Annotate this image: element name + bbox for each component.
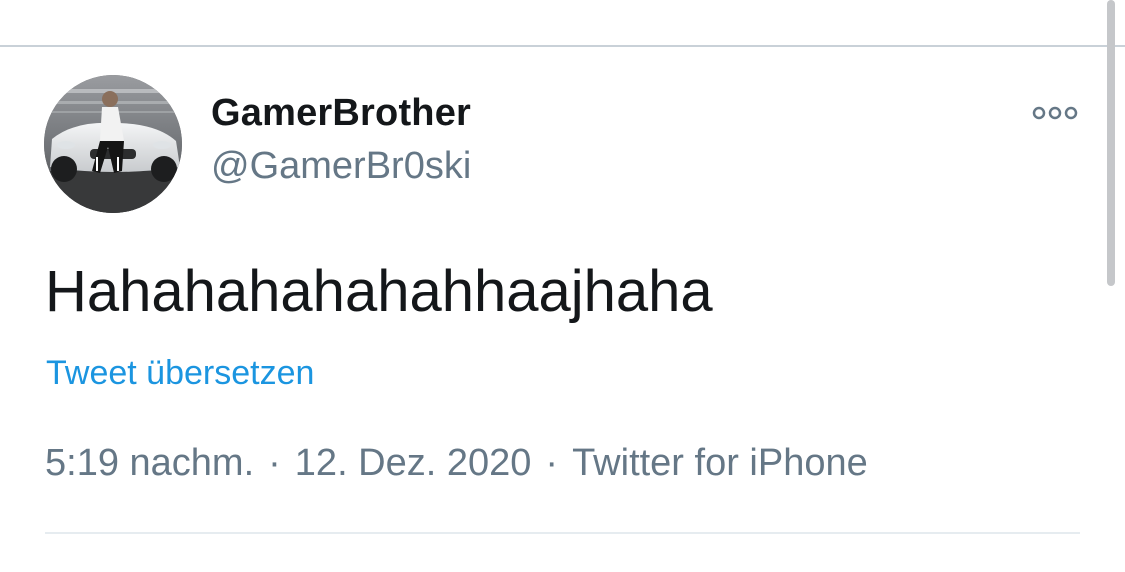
more-options-icon — [1032, 106, 1078, 120]
bottom-divider — [45, 532, 1080, 534]
tweet-time: 5:19 nachm. — [45, 442, 255, 484]
more-options-button[interactable] — [1026, 99, 1084, 127]
tweet-card: GamerBrother @GamerBr0ski Hahahahahahahh… — [0, 47, 1125, 572]
user-handle[interactable]: @GamerBr0ski — [211, 144, 471, 188]
avatar[interactable] — [44, 75, 182, 213]
display-name[interactable]: GamerBrother — [211, 91, 471, 135]
tweet-text: Hahahahahahahhaajhaha — [45, 259, 713, 324]
tweet-source-link[interactable]: Twitter for iPhone — [572, 441, 868, 485]
meta-separator: · — [268, 442, 281, 484]
tweet-date: 12. Dez. 2020 — [294, 442, 532, 484]
avatar-photo-icon — [44, 75, 182, 213]
meta-separator: · — [545, 442, 559, 484]
tweet-metadata: 5:19 nachm. · 12. Dez. 2020 · Twitter fo… — [45, 441, 868, 485]
translate-tweet-link[interactable]: Tweet übersetzen — [46, 353, 314, 393]
